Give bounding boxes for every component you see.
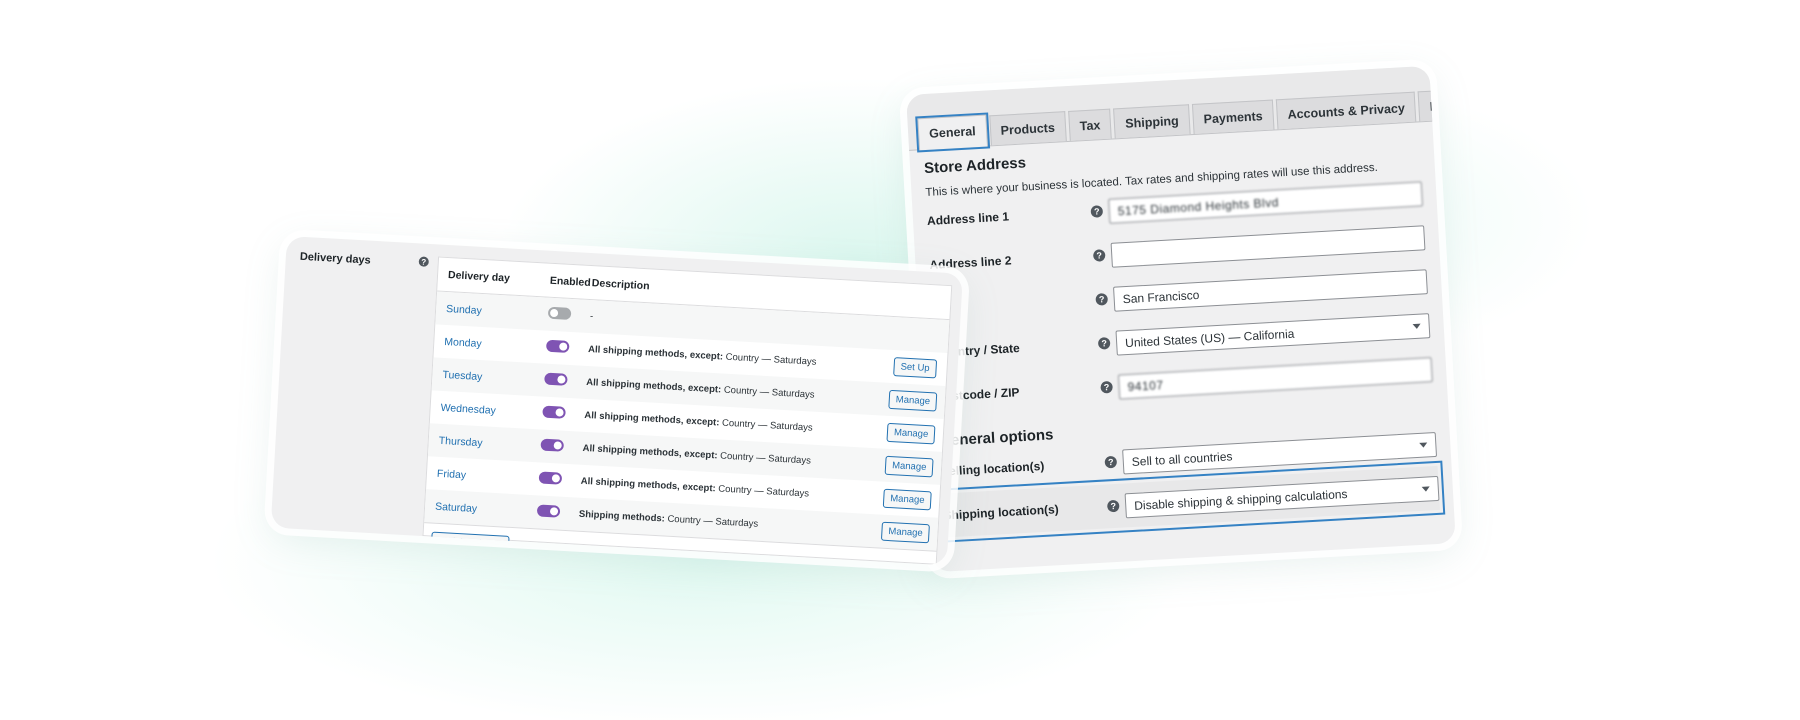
help-icon[interactable]: ? (1095, 293, 1109, 306)
day-link[interactable]: Tuesday (432, 368, 544, 386)
help-icon[interactable]: ? (1106, 499, 1120, 513)
chevron-down-icon (1421, 485, 1430, 492)
help-icon[interactable]: ? (1097, 336, 1111, 350)
enabled-toggle[interactable] (544, 372, 568, 386)
postcode-label: Postcode / ZIP (936, 385, 1020, 404)
help-icon[interactable]: ? (1104, 455, 1118, 469)
action-cell: Manage (880, 521, 938, 544)
manage-button[interactable]: Manage (888, 389, 938, 412)
action-cell: Manage (884, 455, 942, 478)
selling-locations-value: Sell to all countries (1131, 448, 1233, 469)
action-cell: Set Up (890, 357, 947, 379)
enabled-toggle[interactable] (542, 405, 566, 419)
description-text: Country — Saturdays (721, 417, 813, 434)
enabled-toggle[interactable] (536, 504, 561, 518)
enabled-cell (547, 306, 591, 324)
description-bold: All shipping methods, except: (580, 475, 716, 495)
description-bold: All shipping methods, except: (582, 442, 718, 462)
manage-button[interactable]: Set Up (893, 357, 938, 379)
description-text: Country — Saturdays (723, 384, 815, 401)
shipping-locations-label: Shipping location(s) (943, 502, 1060, 523)
chevron-down-icon (1412, 323, 1421, 329)
enabled-cell (545, 339, 589, 357)
description-text: - (589, 311, 594, 323)
enabled-toggle[interactable] (545, 339, 570, 353)
delivery-days-label-cell: Delivery days ? (271, 236, 439, 536)
enabled-cell (536, 504, 580, 521)
tab-payments[interactable]: Payments (1191, 99, 1275, 135)
description-bold: All shipping methods, except: (584, 409, 720, 429)
selling-locations-label: Selling location(s) (940, 458, 1045, 479)
day-link[interactable]: Friday (427, 467, 539, 485)
address-line-1-label: Address line 1 (926, 209, 1010, 229)
description-text: Country — Saturdays (719, 450, 812, 467)
header-actions (894, 300, 950, 303)
day-link[interactable]: Monday (434, 335, 546, 353)
postcode-input[interactable]: 94107 (1117, 356, 1433, 400)
header-enabled: Enabled (549, 274, 592, 289)
day-link[interactable]: Saturday (425, 500, 537, 518)
header-delivery-day: Delivery day (447, 268, 511, 284)
tab-general[interactable]: General (915, 112, 990, 153)
manage-button[interactable]: Manage (886, 422, 936, 445)
delivery-days-label: Delivery days (299, 250, 372, 267)
action-cell: Manage (888, 389, 945, 412)
action-cell: Manage (886, 422, 943, 445)
help-icon[interactable]: ? (1092, 249, 1106, 262)
delivery-days-panel: Delivery days ? Delivery day Enabled Des… (270, 236, 963, 566)
enabled-cell (538, 471, 581, 488)
delivery-days-rows: Sunday - Monday All shipping methods, exce… (424, 291, 950, 551)
enabled-toggle[interactable] (547, 306, 572, 320)
description-bold: Shipping methods: (578, 508, 666, 525)
description-text: Country — Saturdays (725, 351, 817, 368)
country-state-value: United States (US) — California (1124, 326, 1295, 350)
settings-panel: General Products Tax Shipping Payments A… (906, 65, 1456, 573)
enabled-toggle[interactable] (540, 438, 565, 452)
tab-shipping[interactable]: Shipping (1113, 104, 1191, 139)
header-description: Description (591, 276, 650, 292)
action-cell: Manage (882, 488, 940, 511)
chevron-down-icon (1419, 441, 1428, 448)
description-bold: All shipping methods, except: (585, 376, 722, 396)
help-icon[interactable]: ? (418, 256, 430, 267)
enabled-cell (544, 372, 587, 390)
tab-products[interactable]: Products (988, 111, 1067, 146)
action-cell (893, 333, 949, 336)
manage-button[interactable]: Manage (882, 488, 933, 511)
day-link[interactable]: Wednesday (430, 401, 542, 419)
enabled-toggle[interactable] (538, 471, 563, 485)
day-link[interactable]: Thursday (429, 434, 541, 452)
enabled-cell (542, 405, 585, 423)
manage-button[interactable]: Manage (884, 455, 934, 478)
address-line-2-label: Address line 2 (929, 253, 1012, 272)
enabled-cell (540, 438, 583, 455)
description-text: Country — Saturdays (718, 483, 810, 500)
shipping-locations-value: Disable shipping & shipping calculations (1133, 486, 1348, 513)
description-text: Country — Saturdays (667, 513, 759, 530)
tab-tax[interactable]: Tax (1067, 108, 1113, 141)
shipping-locations-select[interactable]: Disable shipping & shipping calculations (1124, 475, 1440, 518)
delivery-days-table: Delivery day Enabled Description Sunday … (422, 256, 953, 566)
day-link[interactable]: Sunday (436, 302, 548, 320)
help-icon[interactable]: ? (1090, 205, 1104, 218)
manage-button[interactable]: Manage (880, 521, 931, 544)
description-bold: All shipping methods, except: (587, 343, 724, 363)
help-icon[interactable]: ? (1100, 380, 1113, 394)
